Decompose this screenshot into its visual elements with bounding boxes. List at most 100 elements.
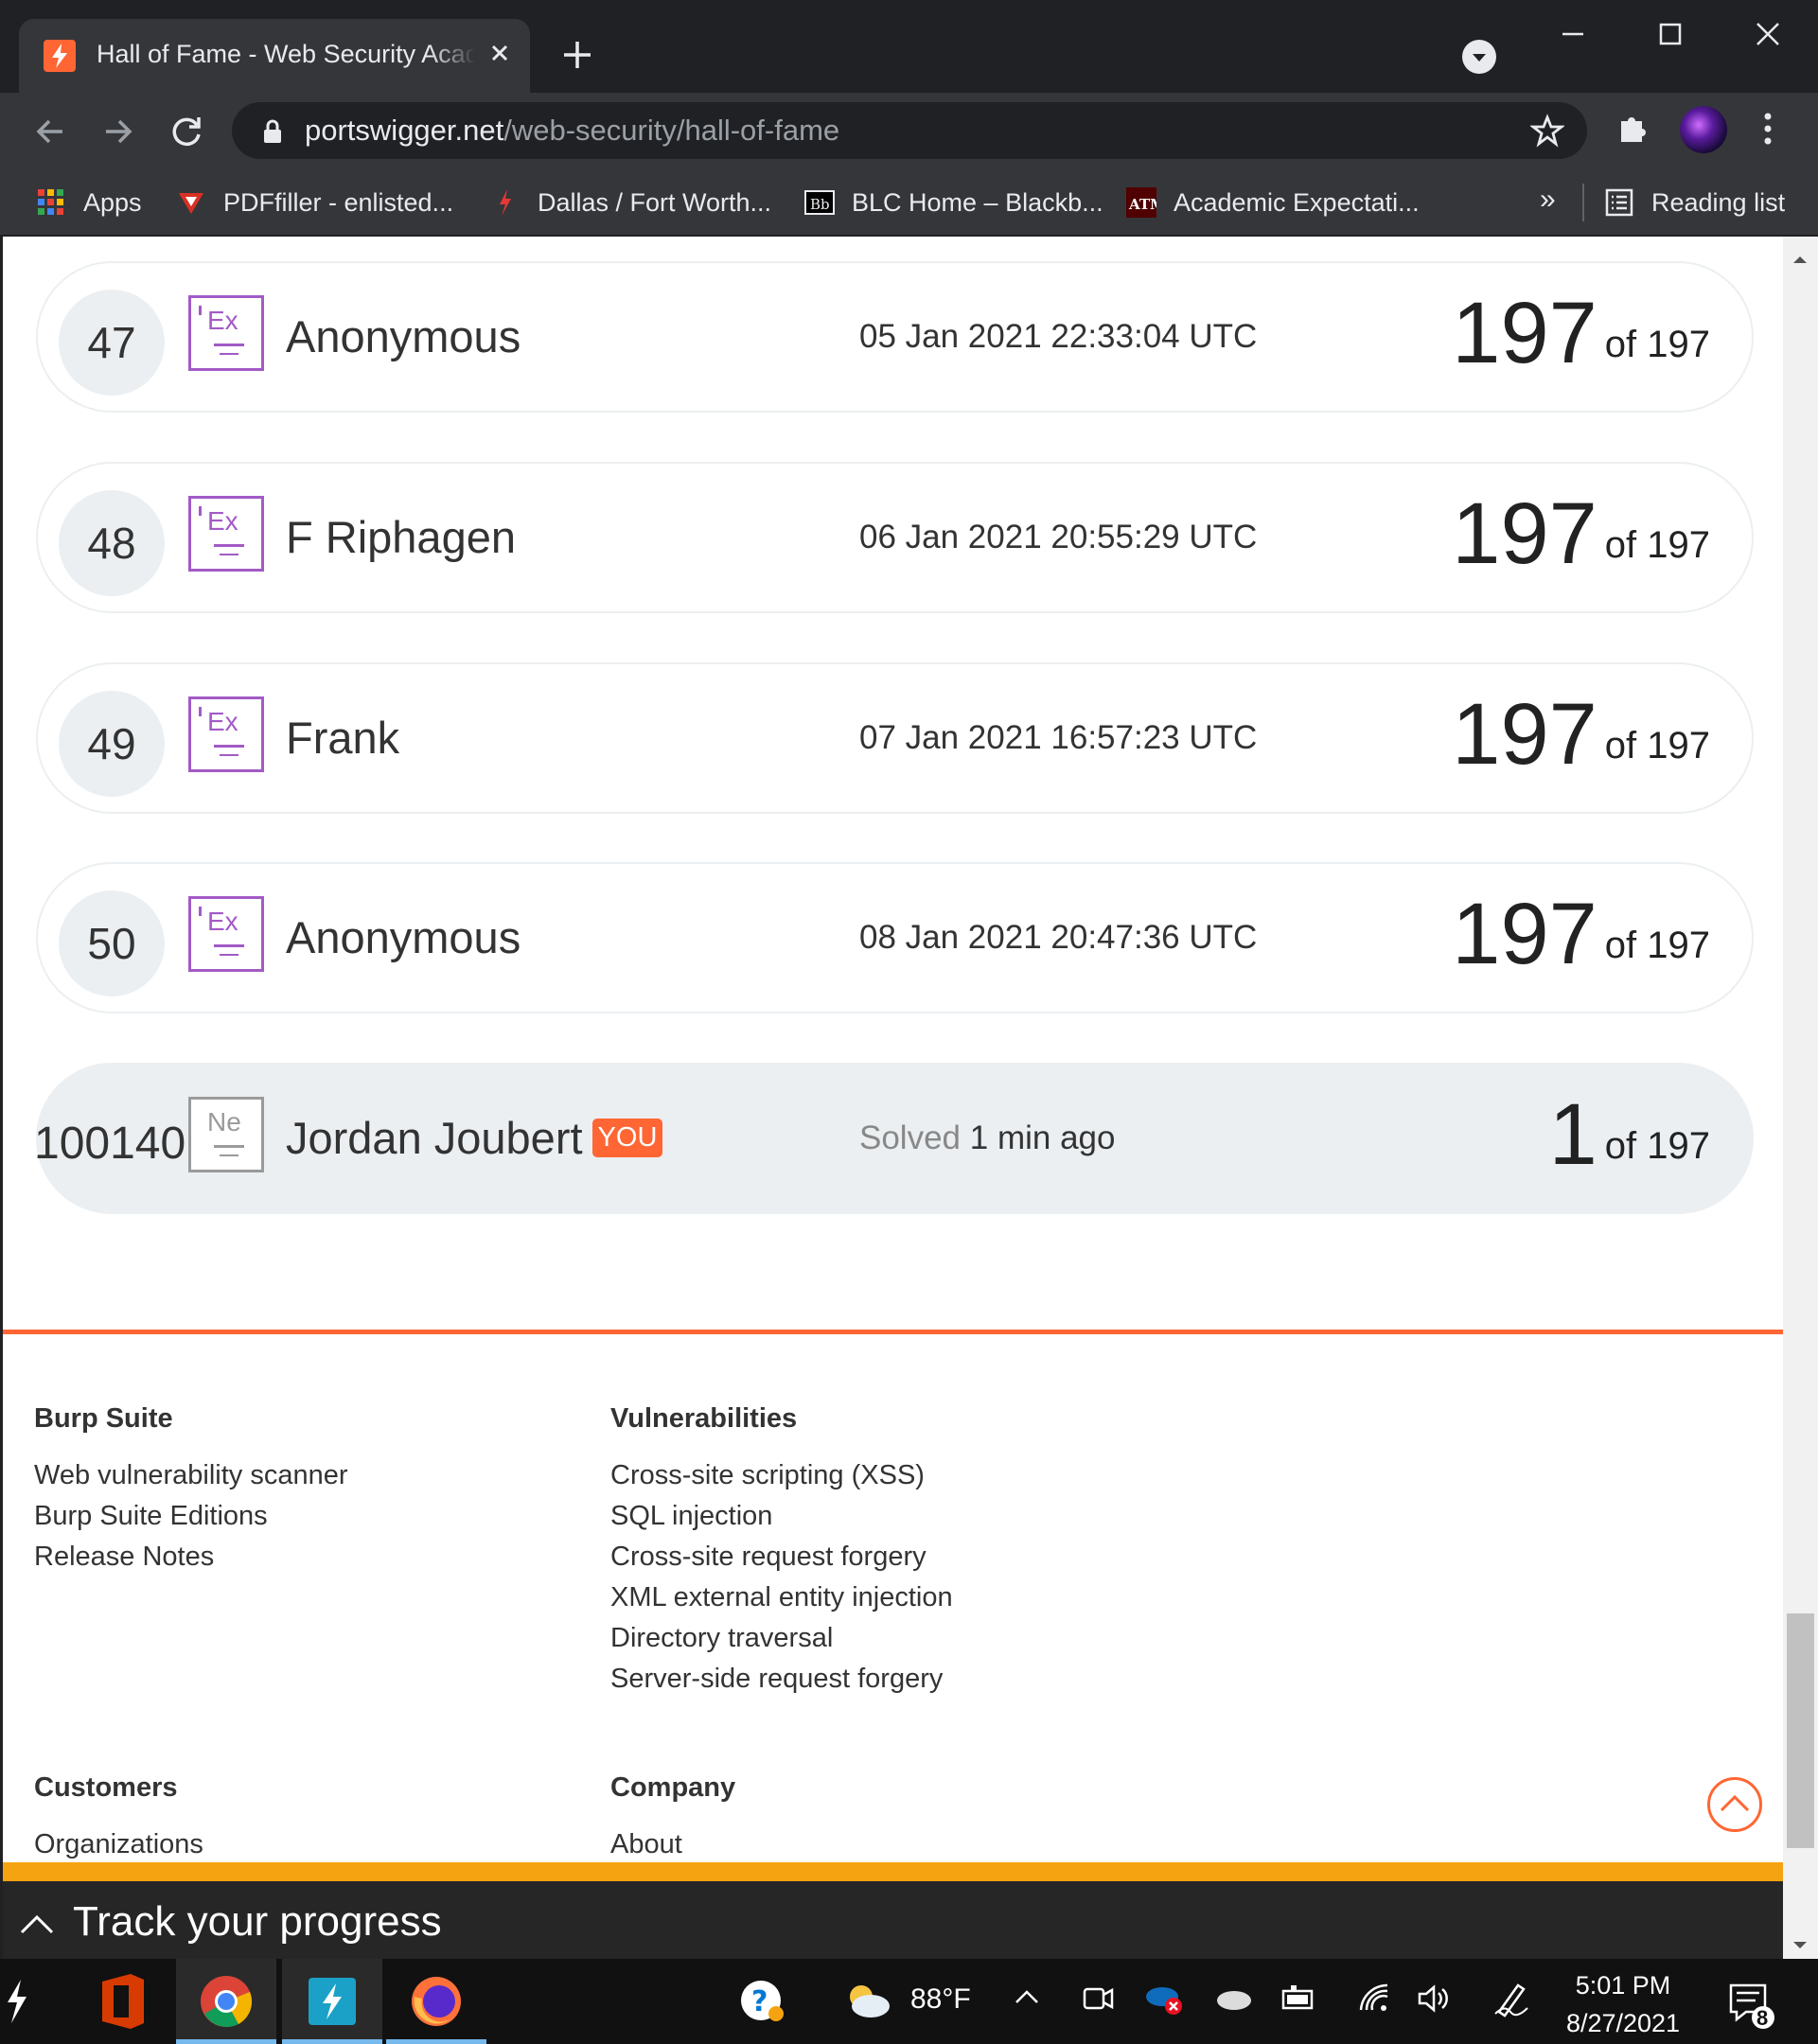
footer-link[interactable]: Organizations xyxy=(34,1824,203,1865)
url-text[interactable]: portswigger.net/web-security/hall-of-fam… xyxy=(305,114,839,148)
footer-link[interactable]: SQL injection xyxy=(610,1496,953,1537)
bookmark-label: Dallas / Fort Worth... xyxy=(538,187,772,217)
my-score: 1 of 197 xyxy=(1548,1086,1710,1183)
page-scrollbar[interactable] xyxy=(1783,237,1818,1959)
rank-number: 48 xyxy=(59,490,165,596)
track-progress-bar[interactable]: Track your progress xyxy=(3,1862,1783,1959)
address-bar[interactable]: portswigger.net/web-security/hall-of-fam… xyxy=(232,102,1587,159)
reload-icon[interactable] xyxy=(167,112,206,151)
scrollbar-thumb[interactable] xyxy=(1787,1613,1814,1848)
user-name: Frank xyxy=(286,713,400,763)
bookmark-dallas[interactable]: Dallas / Fort Worth... xyxy=(490,184,771,221)
bookmark-label: PDFfiller - enlisted... xyxy=(223,187,454,217)
footer-heading: Company xyxy=(610,1772,736,1803)
bookmark-pdffiller[interactable]: PDFfiller - enlisted... xyxy=(176,184,453,221)
completion-time: 08 Jan 2021 20:47:36 UTC xyxy=(859,919,1258,956)
weather-temperature[interactable]: 88°F xyxy=(910,1983,971,2016)
browser-toolbar: portswigger.net/web-security/hall-of-fam… xyxy=(0,93,1818,168)
tab-close-icon[interactable] xyxy=(483,36,517,70)
back-icon[interactable] xyxy=(30,112,70,151)
leaderboard-row: 47 Ex Anonymous 05 Jan 2021 22:33:04 UTC… xyxy=(36,261,1754,413)
expert-level-icon: Ex xyxy=(188,496,264,572)
bookmark-academic[interactable]: ATM Academic Expectati... xyxy=(1126,184,1420,221)
footer-link[interactable]: Directory traversal xyxy=(610,1618,953,1659)
footer-link[interactable]: Burp Suite Editions xyxy=(34,1496,348,1537)
rank-number: 50 xyxy=(59,890,165,996)
profile-avatar[interactable] xyxy=(1680,106,1727,153)
expert-level-icon: Ex xyxy=(188,696,264,772)
battery-icon[interactable] xyxy=(1280,1980,1317,2025)
bookmark-star-icon[interactable] xyxy=(1528,114,1566,152)
forward-icon[interactable] xyxy=(98,112,138,151)
extensions-puzzle-icon[interactable] xyxy=(1614,110,1651,152)
pen-workspace-icon[interactable] xyxy=(1491,1980,1533,2025)
tab-title: Hall of Fame - Web Security Academy xyxy=(97,40,475,68)
solved-time: Solved 1 min ago xyxy=(859,1119,1116,1156)
volume-icon[interactable] xyxy=(1416,1980,1454,2025)
system-clock[interactable]: 5:01 PM 8/27/2021 xyxy=(1552,1966,1694,2042)
start-icon[interactable] xyxy=(0,1959,38,2044)
firefox-app-icon[interactable] xyxy=(386,1959,486,2044)
office-app-icon[interactable] xyxy=(72,1959,172,2044)
footer-link[interactable]: Cross-site scripting (XSS) xyxy=(610,1455,953,1496)
footer-link[interactable]: Cross-site request forgery xyxy=(610,1537,953,1577)
onedrive-cloud-icon[interactable] xyxy=(1213,1980,1255,2025)
rank-number: 47 xyxy=(59,290,165,396)
onedrive-error-icon[interactable] xyxy=(1143,1976,1185,2027)
leaderboard-row: 48 Ex F Riphagen 06 Jan 2021 20:55:29 UT… xyxy=(36,462,1754,613)
expert-level-icon: Ex xyxy=(188,896,264,972)
wifi-icon[interactable] xyxy=(1355,1980,1393,2025)
footer-heading: Customers xyxy=(34,1772,178,1803)
clock-date: 8/27/2021 xyxy=(1565,2009,1681,2037)
you-badge: YOU xyxy=(591,1119,663,1157)
scroll-to-top-button[interactable] xyxy=(1707,1777,1762,1832)
footer-heading: Vulnerabilities xyxy=(610,1403,798,1434)
footer-link[interactable]: XML external entity injection xyxy=(610,1577,953,1618)
reading-list-button[interactable]: Reading list xyxy=(1604,184,1785,221)
scroll-up-arrow-icon[interactable] xyxy=(1783,246,1818,274)
score: 197 of 197 xyxy=(1452,886,1710,982)
footer-link[interactable]: Release Notes xyxy=(34,1537,348,1577)
svg-text:?: ? xyxy=(751,1985,768,2018)
bookmark-label: BLC Home – Blackb... xyxy=(852,187,1103,217)
meet-now-icon[interactable] xyxy=(1081,1980,1115,2025)
user-name: Anonymous xyxy=(286,311,521,361)
score: 197 of 197 xyxy=(1452,686,1710,783)
bookmark-apps[interactable]: Apps xyxy=(36,184,142,221)
bookmarks-bar: Apps PDFfiller - enlisted... Dallas / Fo… xyxy=(0,168,1818,237)
score: 197 of 197 xyxy=(1452,485,1710,582)
footer-link[interactable]: Web vulnerability scanner xyxy=(34,1455,348,1496)
close-window-icon[interactable] xyxy=(1739,15,1796,53)
notification-count: 8 xyxy=(1756,2006,1769,2030)
bookmark-label: Academic Expectati... xyxy=(1174,187,1420,217)
reading-list-icon xyxy=(1605,188,1633,217)
chrome-app-icon[interactable] xyxy=(176,1959,276,2044)
footer-link[interactable]: About xyxy=(610,1824,735,1865)
bookmark-blackboard[interactable]: Bb BLC Home – Blackb... xyxy=(804,184,1103,221)
user-name: F Riphagen xyxy=(286,512,516,562)
portswigger-app-icon[interactable] xyxy=(282,1959,382,2044)
new-tab-icon[interactable] xyxy=(558,36,596,74)
notification-center-icon[interactable]: 8 xyxy=(1727,1980,1776,2037)
help-icon[interactable]: ? xyxy=(738,1978,785,2033)
bookmarks-divider xyxy=(1582,184,1584,221)
maximize-icon[interactable] xyxy=(1642,15,1699,53)
weather-cloud-icon[interactable] xyxy=(842,1978,891,2029)
browser-tab[interactable]: Hall of Fame - Web Security Academy xyxy=(19,19,530,93)
svg-text:ATM: ATM xyxy=(1128,196,1156,213)
show-hidden-icons-icon[interactable] xyxy=(1011,1980,1043,2025)
more-bookmarks-button[interactable]: » xyxy=(1540,184,1556,216)
minimize-icon[interactable] xyxy=(1544,15,1601,53)
pdffiller-icon xyxy=(179,193,203,214)
browser-menu-icon[interactable] xyxy=(1758,110,1777,152)
lock-icon[interactable] xyxy=(262,119,283,149)
footer-link[interactable]: Server-side request forgery xyxy=(610,1659,953,1700)
scroll-down-arrow-icon[interactable] xyxy=(1783,1930,1818,1959)
tab-search-icon[interactable] xyxy=(1462,40,1496,74)
my-leaderboard-row: 100140 Ne Jordan Joubert YOU Solved 1 min… xyxy=(34,1063,1754,1214)
windows-taskbar: ? 88°F 5:01 PM 8/27/2021 8 xyxy=(0,1959,1818,2044)
portswigger-favicon-icon xyxy=(44,40,76,72)
leaderboard-row: 50 Ex Anonymous 08 Jan 2021 20:47:36 UTC… xyxy=(36,862,1754,1013)
dallas-bookmark-icon xyxy=(500,189,511,216)
footer-vulnerabilities: Vulnerabilities Cross-site scripting (XS… xyxy=(610,1403,953,1700)
